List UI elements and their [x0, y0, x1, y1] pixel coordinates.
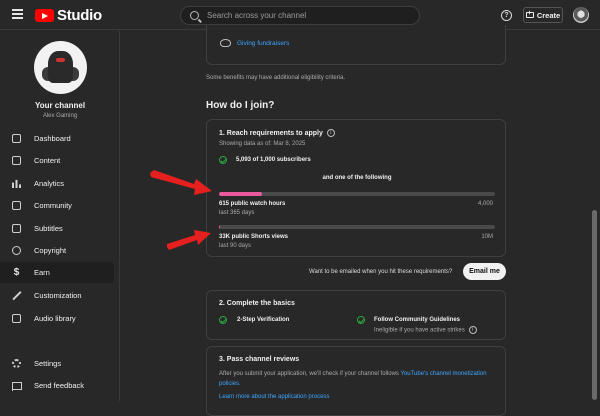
watch-hours-target: 4,000: [477, 201, 493, 207]
account-avatar[interactable]: [573, 7, 589, 23]
watch-hours-progress-fill: [219, 192, 262, 196]
annotation-arrow-shorts-views: [167, 230, 211, 250]
requirements-card: 1. Reach requirements to apply i Showing …: [206, 119, 506, 257]
avatar-figure-eyes: [56, 58, 65, 62]
fundraiser-icon: [220, 39, 231, 47]
reviews-title: 3. Pass channel reviews: [219, 356, 300, 363]
sidebar-item-analytics[interactable]: Analytics: [0, 173, 114, 194]
sidebar-item-community[interactable]: Community: [0, 195, 114, 216]
data-as-of: Showing data as of: Mar 8, 2025: [219, 141, 306, 147]
check-icon: [357, 316, 365, 324]
app-name: Studio: [57, 7, 102, 24]
sidebar-item-subtitles[interactable]: Subtitles: [0, 218, 114, 239]
one-of-following: and one of the following: [322, 175, 392, 181]
sidebar-item-label: Dashboard: [34, 134, 71, 143]
annotation-arrow-watch-hours: [150, 170, 212, 195]
sidebar-item-dashboard[interactable]: Dashboard: [0, 128, 114, 149]
info-icon[interactable]: i: [468, 326, 477, 334]
customization-icon: [12, 291, 21, 300]
check-icon: [219, 156, 227, 164]
community-icon: [12, 201, 21, 210]
sidebar-item-label: Community: [34, 201, 72, 210]
sidebar-item-send-feedback[interactable]: Send feedback: [0, 375, 114, 396]
channel-avatar[interactable]: [34, 41, 87, 94]
content-icon: [12, 156, 21, 165]
shorts-views-target: 10M: [481, 234, 493, 240]
your-channel-title: Your channel: [34, 101, 86, 110]
search-icon: [190, 11, 199, 20]
requirements-title-text: 1. Reach requirements to apply: [219, 129, 323, 137]
analytics-icon: [12, 179, 21, 188]
basics-title: 2. Complete the basics: [219, 300, 295, 307]
sidebar-item-audio-library[interactable]: Audio library: [0, 308, 114, 329]
sidebar-item-customization[interactable]: Customization: [0, 285, 114, 306]
youtube-play-icon: [35, 9, 54, 22]
info-icon[interactable]: i: [326, 129, 335, 137]
dashboard-icon: [12, 134, 21, 143]
community-guidelines: Follow Community Guidelines: [374, 317, 461, 323]
sidebar-item-label: Analytics: [34, 179, 65, 188]
sidebar-item-content[interactable]: Content: [0, 150, 114, 171]
sidebar-item-label: Audio library: [34, 314, 76, 323]
feedback-icon: [12, 381, 22, 391]
requirements-title: 1. Reach requirements to apply i: [219, 129, 335, 137]
watch-hours-progress: [219, 192, 495, 196]
sidebar-item-label: Settings: [34, 359, 62, 368]
scrollbar[interactable]: [592, 210, 597, 400]
sidebar-item-label: Send feedback: [34, 381, 85, 390]
check-icon: [219, 316, 227, 324]
earn-icon: $: [13, 267, 20, 278]
giving-fundraisers-link[interactable]: Giving fundraisers: [237, 40, 289, 47]
sidebar-item-settings[interactable]: Settings: [0, 353, 114, 374]
sidebar-item-label: Customization: [34, 291, 82, 300]
search-bar[interactable]: Search across your channel: [180, 6, 420, 25]
sidebar-item-label: Earn: [34, 268, 50, 277]
avatar-figure: [48, 51, 73, 83]
shorts-views-progress-fill: [219, 225, 220, 229]
eligibility-note: Some benefits may have additional eligib…: [206, 75, 346, 81]
studio-logo[interactable]: Studio: [35, 7, 102, 24]
watch-hours-period: last 365 days: [219, 210, 255, 216]
main-content: Giving fundraisers Some benefits may hav…: [121, 25, 591, 416]
shorts-views-period: last 90 days: [219, 243, 252, 249]
sidebar-item-label: Copyright: [34, 246, 67, 255]
sidebar-item-label: Content: [34, 156, 61, 165]
subtitles-icon: [12, 224, 21, 233]
reviews-text: After you submit your application, we'll…: [219, 369, 499, 389]
how-to-join-heading: How do I join?: [206, 100, 275, 111]
shorts-views-progress: [219, 225, 495, 229]
channel-reviews-card: 3. Pass channel reviews After you submit…: [206, 346, 506, 416]
audio-library-icon: [12, 314, 21, 323]
channel-name: Alex Gaming: [42, 113, 78, 119]
reviews-text-body: After you submit your application, we'll…: [219, 371, 401, 377]
sidebar-item-earn[interactable]: $ Earn: [0, 262, 114, 283]
sidebar-item-copyright[interactable]: Copyright: [0, 240, 114, 261]
copyright-icon: [12, 246, 21, 255]
email-question: Want to be emailed when you hit these re…: [309, 269, 453, 275]
basics-card: 2. Complete the basics 2-Step Verificati…: [206, 290, 506, 340]
email-me-button[interactable]: Email me: [463, 263, 506, 280]
watch-hours-label: 615 public watch hours: [219, 201, 286, 207]
settings-icon: [12, 359, 21, 368]
sidebar-item-label: Subtitles: [34, 224, 63, 233]
create-button[interactable]: Create: [523, 7, 563, 23]
shorts-views-label: 33K public Shorts views: [219, 234, 289, 240]
menu-icon[interactable]: [12, 9, 23, 19]
benefits-card: Giving fundraisers: [206, 25, 506, 65]
two-step-verification: 2-Step Verification: [237, 317, 290, 323]
learn-more-link[interactable]: Learn more about the application process: [219, 394, 329, 400]
guidelines-note-text: Ineligible if you have active strikes: [374, 327, 465, 334]
create-video-icon: [525, 10, 534, 18]
create-label: Create: [536, 10, 561, 20]
search-input[interactable]: Search across your channel: [207, 11, 306, 20]
help-icon[interactable]: ?: [501, 10, 512, 21]
subscribers-count: 5,093 of 1,000 subscribers: [236, 157, 311, 163]
sidebar: Your channel Alex Gaming Dashboard Conte…: [0, 31, 120, 401]
guidelines-note: Ineligible if you have active strikes i: [374, 326, 477, 334]
